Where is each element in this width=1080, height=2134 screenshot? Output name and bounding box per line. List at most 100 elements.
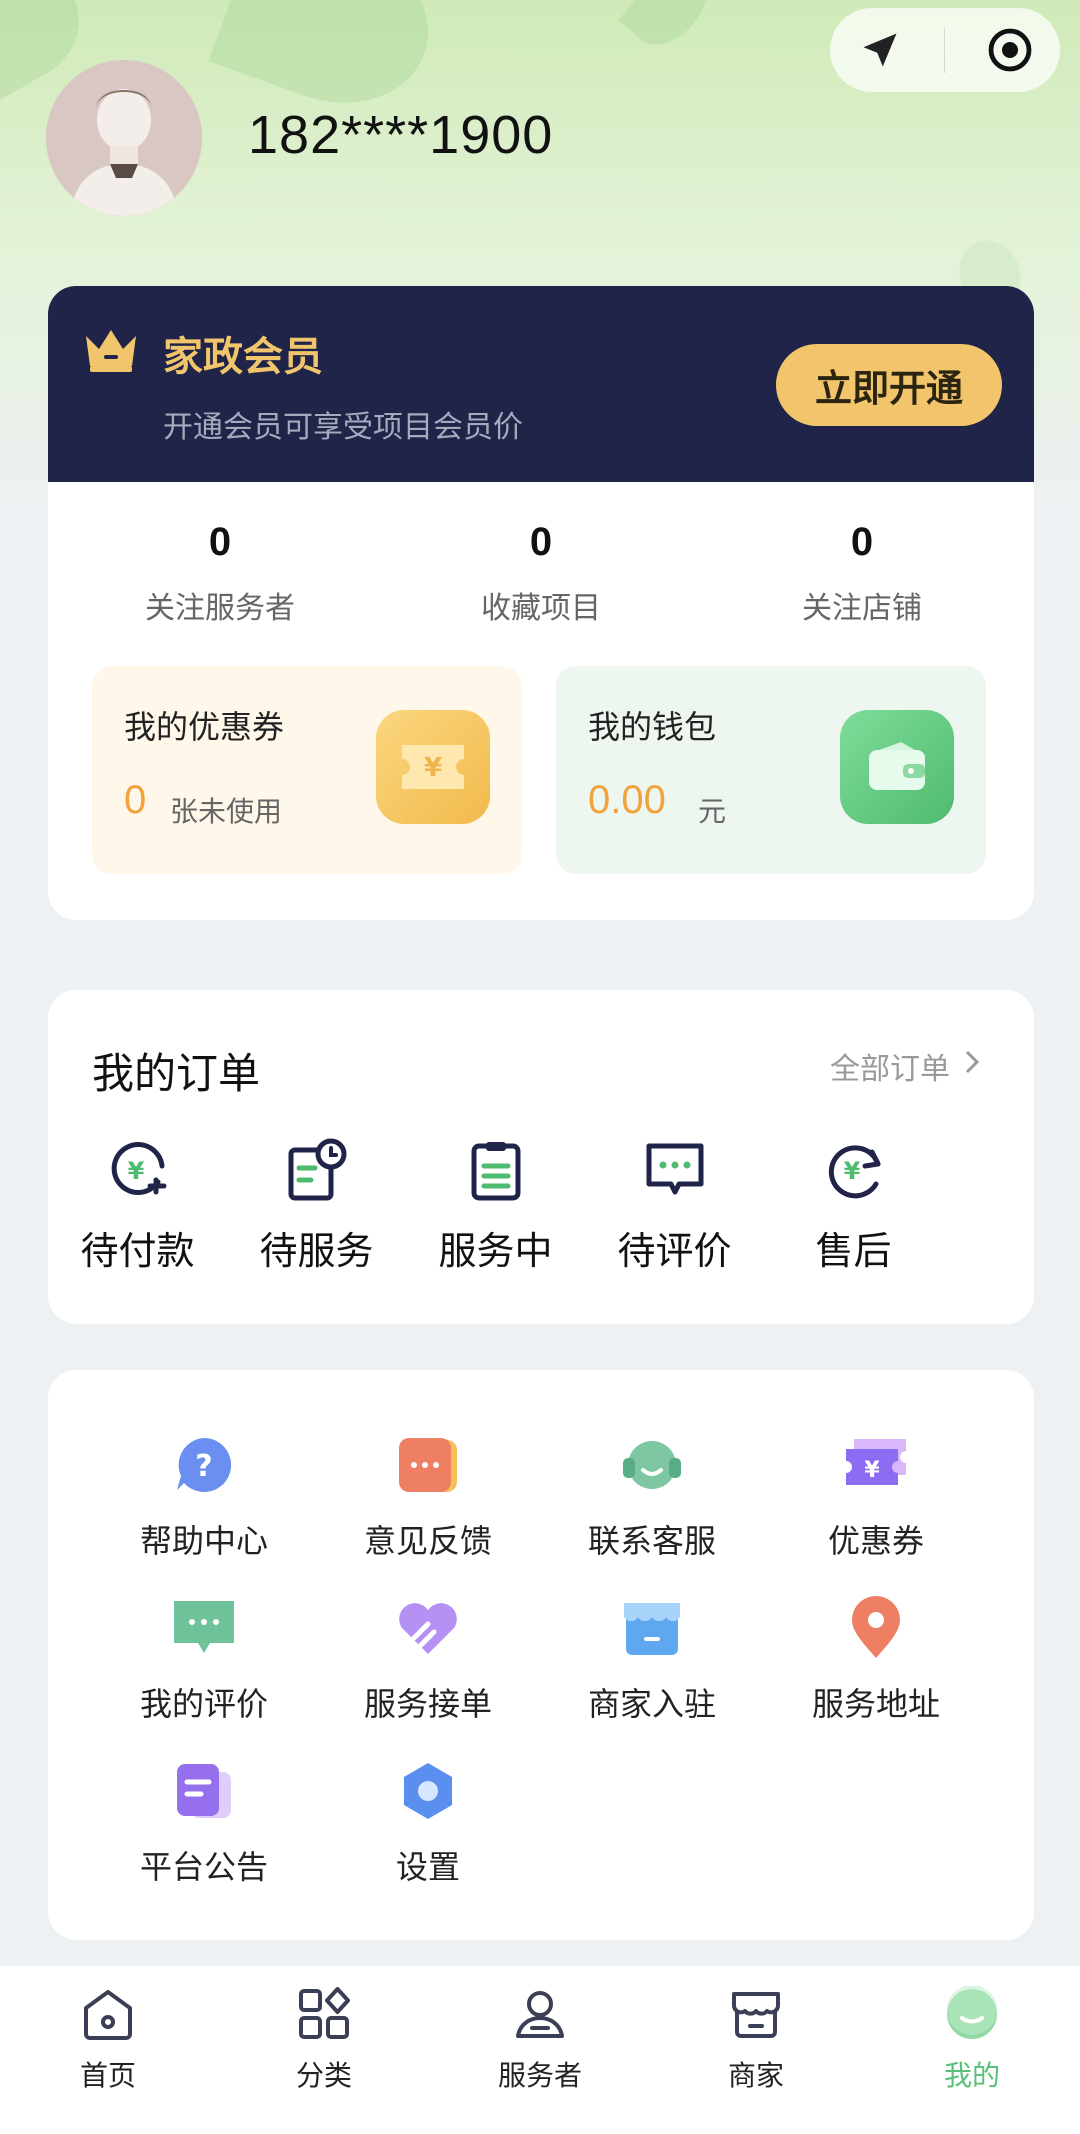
tool-label: 意见反馈 [363, 1522, 492, 1560]
tool-merchant-join[interactable]: 商家入驻 [540, 1595, 764, 1725]
tab-stores[interactable]: 商家 [648, 1966, 864, 2134]
tool-label: 平台公告 [139, 1848, 268, 1886]
bottom-tab-bar: 首页 分类 服务者 商家 我的 [0, 1966, 1080, 2134]
location-pin-icon [764, 1595, 988, 1661]
settings-icon [316, 1758, 540, 1824]
vip-subtitle: 开通会员可享受项目会员价 [163, 410, 523, 445]
order-pending-service[interactable]: 待服务 [227, 1136, 406, 1275]
tool-my-reviews[interactable]: 我的评价 [92, 1595, 316, 1725]
tool-accept-orders[interactable]: 服务接单 [316, 1595, 540, 1725]
my-coupons-card[interactable]: 我的优惠券 0 张未使用 ¥ [92, 666, 522, 874]
coupon-count: 0 [124, 778, 147, 822]
tool-label: 优惠券 [827, 1522, 924, 1560]
vip-title: 家政会员 [163, 334, 323, 380]
my-wallet-card[interactable]: 我的钱包 0.00 元 [556, 666, 986, 874]
tool-customer-service[interactable]: 联系客服 [540, 1432, 764, 1562]
tab-label: 我的 [943, 2059, 1000, 2092]
in-service-icon [406, 1136, 585, 1204]
open-membership-button[interactable]: 立即开通 [776, 344, 1002, 426]
coupon-icon: ¥ [764, 1432, 988, 1498]
capsule-menu [830, 8, 1060, 92]
svg-text:¥: ¥ [864, 1458, 880, 1483]
after-sales-icon: ¥ [764, 1136, 943, 1204]
stat-label: 关注店铺 [802, 591, 922, 626]
tool-service-address[interactable]: 服务地址 [764, 1595, 988, 1725]
user-phone: 182****1900 [248, 105, 554, 165]
tool-help-center[interactable]: ? 帮助中心 [92, 1432, 316, 1562]
wallet-unit: 元 [698, 795, 727, 828]
tab-home[interactable]: 首页 [0, 1966, 216, 2134]
merchant-join-icon [540, 1595, 764, 1661]
announcement-icon [92, 1758, 316, 1824]
chevron-right-icon [962, 1047, 982, 1085]
tab-profile[interactable]: 我的 [864, 1966, 1080, 2134]
member-card: 家政会员 开通会员可享受项目会员价 立即开通 0 关注服务者 0 收藏项目 0 … [48, 286, 1034, 920]
wallet-balance: 0.00 [588, 778, 666, 822]
order-pending-payment[interactable]: ¥ 待付款 [48, 1136, 227, 1275]
all-orders-label: 全部订单 [830, 1052, 950, 1087]
vip-banner: 家政会员 开通会员可享受项目会员价 立即开通 [48, 286, 1034, 482]
feedback-icon [316, 1432, 540, 1498]
stat-value: 0 [208, 520, 232, 564]
tool-settings[interactable]: 设置 [316, 1758, 540, 1888]
pending-payment-icon: ¥ [48, 1136, 227, 1204]
tool-label: 联系客服 [587, 1522, 716, 1560]
asset-cards: 我的优惠券 0 张未使用 ¥ 我的钱包 0.00 元 [92, 666, 990, 874]
order-after-sales[interactable]: ¥ 售后 [764, 1136, 943, 1275]
target-icon[interactable] [975, 15, 1045, 85]
order-label: 待付款 [80, 1229, 195, 1273]
category-icon [216, 1984, 432, 2044]
wallet-card-title: 我的钱包 [588, 708, 717, 746]
home-icon [0, 1984, 216, 2044]
coupon-icon: ¥ [376, 710, 490, 824]
svg-text:¥: ¥ [843, 1157, 860, 1185]
review-icon [92, 1595, 316, 1661]
tab-category[interactable]: 分类 [216, 1966, 432, 2134]
svg-text:?: ? [195, 1449, 212, 1484]
profile-icon [864, 1984, 1080, 2044]
tool-label: 商家入驻 [587, 1685, 716, 1723]
stat-following-stores[interactable]: 0 关注店铺 [762, 520, 962, 627]
order-label: 待服务 [259, 1229, 374, 1273]
all-orders-link[interactable]: 全部订单 [830, 1044, 982, 1088]
location-arrow-icon[interactable] [845, 15, 915, 85]
order-label: 服务中 [438, 1229, 553, 1273]
help-icon: ? [92, 1432, 316, 1498]
store-icon [648, 1984, 864, 2044]
capsule-divider [944, 27, 946, 73]
order-label: 售后 [815, 1229, 892, 1273]
wallet-icon [840, 710, 954, 824]
stat-label: 关注服务者 [145, 591, 295, 626]
tab-label: 分类 [295, 2059, 352, 2092]
stat-label: 收藏项目 [481, 591, 601, 626]
tool-feedback[interactable]: 意见反馈 [316, 1432, 540, 1562]
tool-label: 我的评价 [139, 1685, 268, 1723]
accept-order-icon [316, 1595, 540, 1661]
tools-card: ? 帮助中心 意见反馈 联系客服 ¥ 优惠券 我的评价 服务接单 商家入驻 服务… [48, 1370, 1034, 1940]
stat-favorite-items[interactable]: 0 收藏项目 [441, 520, 641, 627]
tool-label: 设置 [395, 1848, 460, 1886]
tab-label: 服务者 [497, 2059, 582, 2092]
tab-label: 首页 [79, 2059, 136, 2092]
order-in-service[interactable]: 服务中 [406, 1136, 585, 1275]
coupon-card-title: 我的优惠券 [124, 708, 285, 746]
order-pending-review[interactable]: 待评价 [585, 1136, 764, 1275]
tool-label: 服务地址 [811, 1685, 940, 1723]
stats-row: 0 关注服务者 0 收藏项目 0 关注店铺 [48, 482, 1034, 627]
stat-value: 0 [529, 520, 553, 564]
tab-label: 商家 [727, 2059, 784, 2092]
svg-text:¥: ¥ [127, 1157, 144, 1185]
stat-following-workers[interactable]: 0 关注服务者 [120, 520, 320, 627]
stat-value: 0 [850, 520, 874, 564]
tool-announcements[interactable]: 平台公告 [92, 1758, 316, 1888]
tab-workers[interactable]: 服务者 [432, 1966, 648, 2134]
tool-coupons[interactable]: ¥ 优惠券 [764, 1432, 988, 1562]
svg-text:¥: ¥ [424, 753, 442, 783]
tool-label: 帮助中心 [139, 1522, 268, 1560]
avatar[interactable] [46, 60, 202, 216]
customer-service-icon [540, 1432, 764, 1498]
pending-review-icon [585, 1136, 764, 1204]
orders-card: 我的订单 全部订单 ¥ 待付款 待服务 服务中 待评价 ¥ 售后 [48, 990, 1034, 1324]
orders-title: 我的订单 [92, 1049, 261, 1098]
order-label: 待评价 [617, 1229, 732, 1273]
